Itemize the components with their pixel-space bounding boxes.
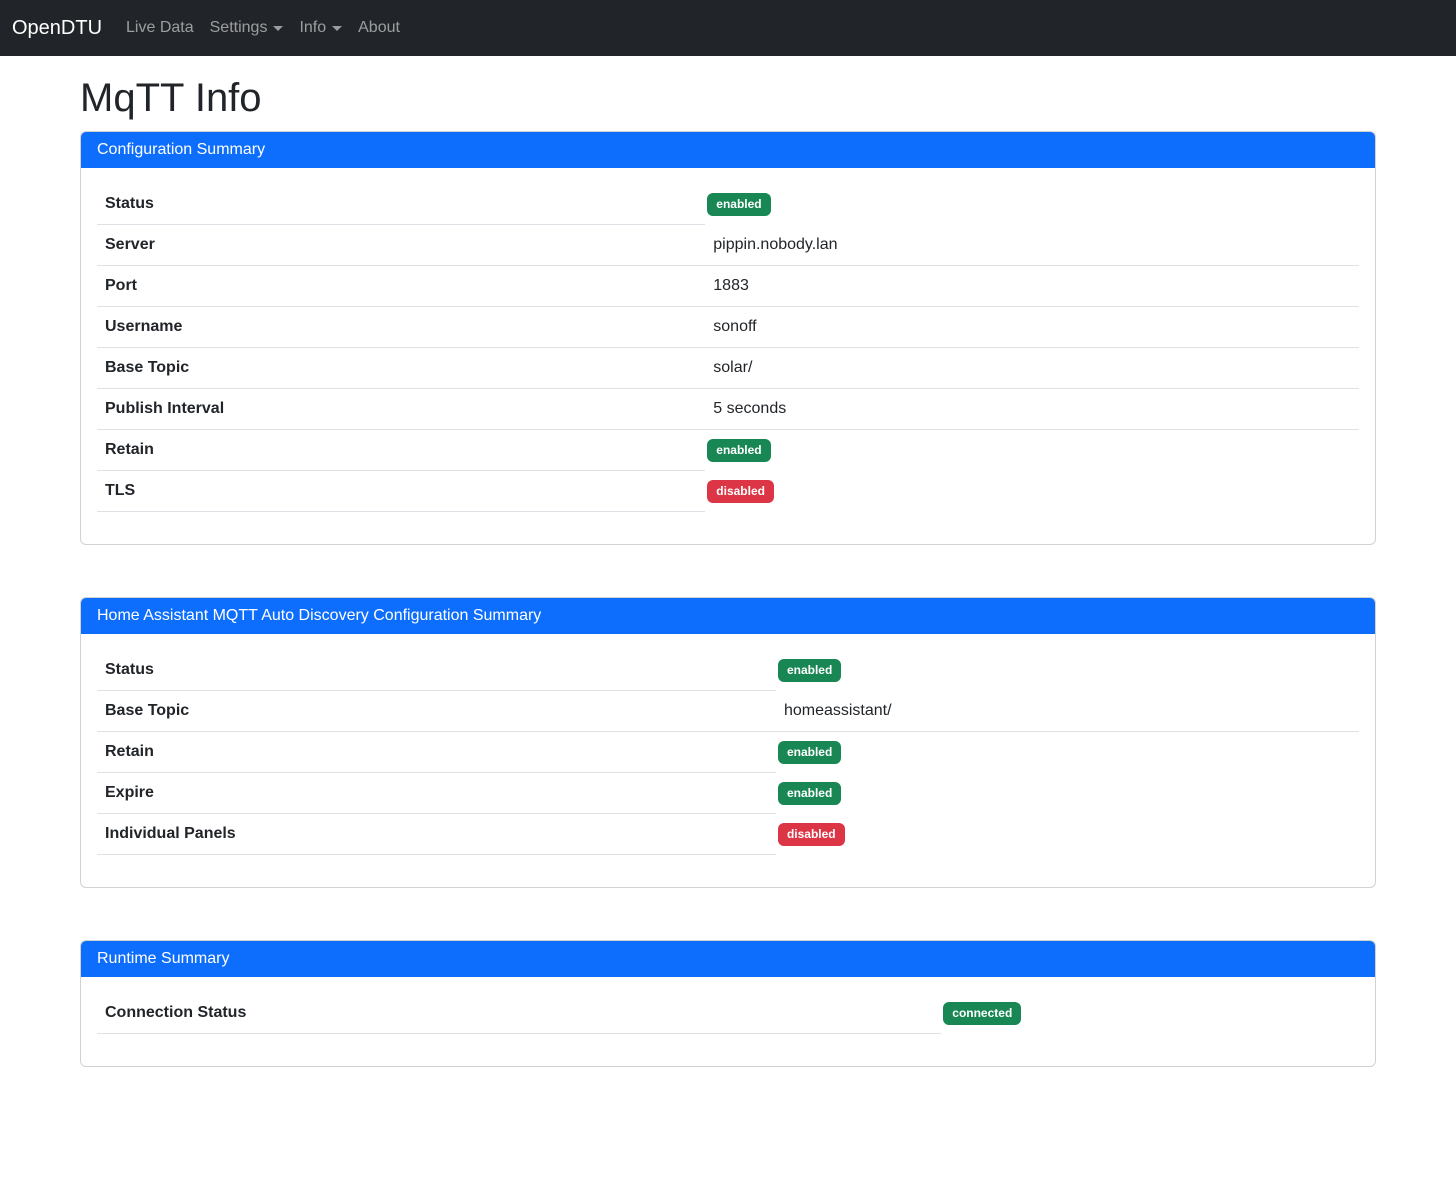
row-label: Server (97, 225, 705, 266)
cards-container: Configuration SummaryStatusenabledServer… (80, 131, 1376, 1067)
row-value: 5 seconds (705, 389, 1359, 430)
nav-link-label: About (358, 16, 400, 40)
row-value: 1883 (705, 266, 1359, 307)
row-label: Base Topic (97, 691, 776, 732)
info-table: Connection Statusconnected (97, 993, 1359, 1034)
row-label: Expire (97, 773, 776, 814)
nav-link-info[interactable]: Info (291, 8, 350, 48)
nav-item-about: About (350, 8, 408, 48)
page-title: MqTT Info (80, 74, 1376, 122)
row-value: enabled (705, 430, 1359, 471)
info-table-body: StatusenabledServerpippin.nobody.lanPort… (97, 184, 1359, 512)
table-row: TLSdisabled (97, 471, 1359, 512)
card-body: StatusenabledServerpippin.nobody.lanPort… (81, 168, 1375, 544)
table-row: Serverpippin.nobody.lan (97, 225, 1359, 266)
status-badge: enabled (778, 659, 841, 682)
info-table-body: StatusenabledBase Topichomeassistant/Ret… (97, 650, 1359, 855)
info-table: StatusenabledServerpippin.nobody.lanPort… (97, 184, 1359, 512)
row-value: enabled (705, 184, 1359, 225)
table-row: Usernamesonoff (97, 307, 1359, 348)
status-badge: enabled (778, 782, 841, 805)
status-badge: disabled (707, 480, 774, 503)
row-label: Base Topic (97, 348, 705, 389)
table-row: Statusenabled (97, 650, 1359, 691)
status-badge: enabled (707, 193, 770, 216)
nav-link-label: Settings (210, 16, 268, 40)
row-value: pippin.nobody.lan (705, 225, 1359, 266)
status-badge: connected (943, 1002, 1021, 1025)
navbar: OpenDTU Live Data Settings Info About (0, 0, 1456, 56)
card-body: StatusenabledBase Topichomeassistant/Ret… (81, 634, 1375, 887)
brand-link[interactable]: OpenDTU (12, 13, 102, 43)
table-row: Expireenabled (97, 773, 1359, 814)
card: Runtime Summary Connection Statusconnecte… (80, 940, 1376, 1067)
nav-menu: Live Data Settings Info About (118, 8, 408, 48)
row-label: Status (97, 650, 776, 691)
row-value: disabled (776, 814, 1359, 855)
card-header: Home Assistant MQTT Auto Discovery Confi… (81, 598, 1375, 634)
row-label: Port (97, 266, 705, 307)
row-label: Username (97, 307, 705, 348)
card: Home Assistant MQTT Auto Discovery Confi… (80, 597, 1376, 888)
row-value: enabled (776, 773, 1359, 814)
row-label: Retain (97, 430, 705, 471)
row-value: homeassistant/ (776, 691, 1359, 732)
info-table-body: Connection Statusconnected (97, 993, 1359, 1034)
nav-link-live-data[interactable]: Live Data (118, 8, 202, 48)
status-badge: enabled (707, 439, 770, 462)
table-row: Base Topichomeassistant/ (97, 691, 1359, 732)
row-value: enabled (776, 732, 1359, 773)
chevron-down-icon (332, 26, 342, 31)
table-row: Retainenabled (97, 430, 1359, 471)
info-table: StatusenabledBase Topichomeassistant/Ret… (97, 650, 1359, 855)
row-label: Retain (97, 732, 776, 773)
table-row: Port1883 (97, 266, 1359, 307)
table-row: Base Topicsolar/ (97, 348, 1359, 389)
row-label: TLS (97, 471, 705, 512)
table-row: Retainenabled (97, 732, 1359, 773)
row-label: Connection Status (97, 993, 941, 1034)
status-badge: enabled (778, 741, 841, 764)
status-badge: disabled (778, 823, 845, 846)
nav-item-info: Info (291, 8, 350, 48)
nav-item-live-data: Live Data (118, 8, 202, 48)
card-header: Configuration Summary (81, 132, 1375, 168)
card-header: Runtime Summary (81, 941, 1375, 977)
table-row: Statusenabled (97, 184, 1359, 225)
row-label: Individual Panels (97, 814, 776, 855)
row-value: enabled (776, 650, 1359, 691)
row-value: sonoff (705, 307, 1359, 348)
main-content: MqTT Info Configuration SummaryStatusena… (68, 56, 1388, 1107)
card: Configuration SummaryStatusenabledServer… (80, 131, 1376, 545)
nav-link-about[interactable]: About (350, 8, 408, 48)
row-value: disabled (705, 471, 1359, 512)
row-value: connected (941, 993, 1359, 1034)
nav-item-settings: Settings (202, 8, 292, 48)
chevron-down-icon (273, 26, 283, 31)
nav-link-label: Live Data (126, 16, 194, 40)
table-row: Publish Interval5 seconds (97, 389, 1359, 430)
row-label: Publish Interval (97, 389, 705, 430)
card-body: Connection Statusconnected (81, 977, 1375, 1066)
nav-link-settings[interactable]: Settings (202, 8, 292, 48)
row-value: solar/ (705, 348, 1359, 389)
row-label: Status (97, 184, 705, 225)
nav-link-label: Info (299, 16, 326, 40)
table-row: Connection Statusconnected (97, 993, 1359, 1034)
table-row: Individual Panelsdisabled (97, 814, 1359, 855)
